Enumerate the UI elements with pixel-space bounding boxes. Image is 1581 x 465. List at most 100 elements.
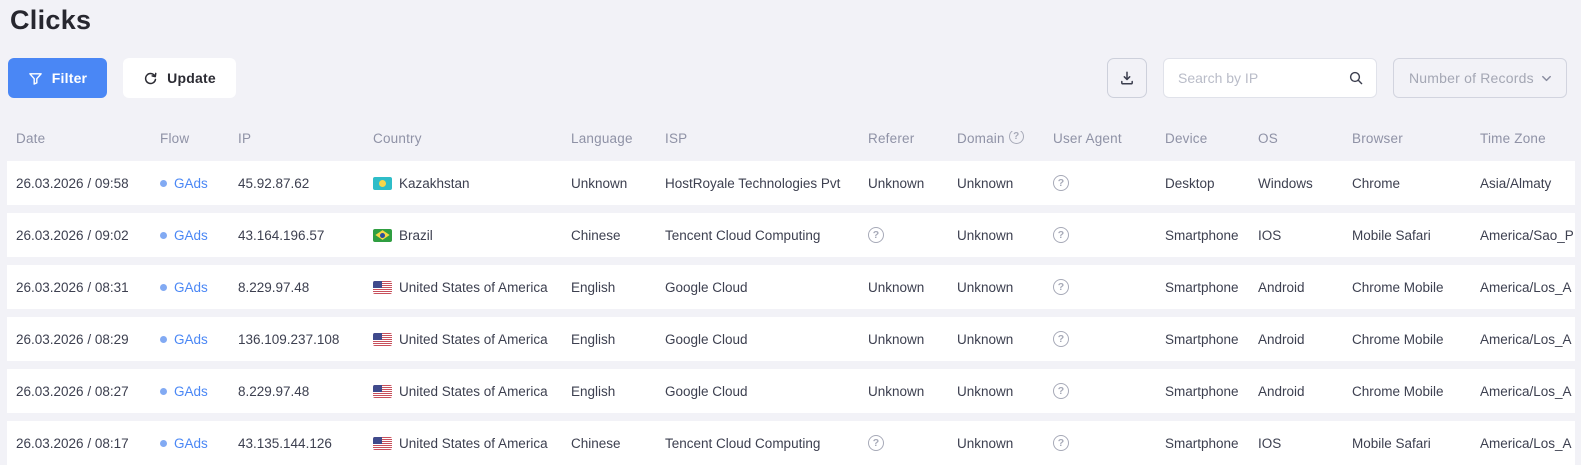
table-header-row: Date Flow IP Country Language ISP Refere…	[7, 115, 1581, 161]
time-zone-cell: Asia/Almaty	[1480, 175, 1552, 191]
isp-cell: Google Cloud	[665, 279, 748, 295]
flow-dot-icon	[160, 231, 167, 239]
domain-cell: Unknown	[957, 279, 1014, 295]
search-input[interactable]	[1178, 70, 1348, 86]
download-icon	[1119, 70, 1135, 86]
table-body: 26.03.2026 / 09:58 GAds 45.92.87.62 Kaza…	[7, 161, 1575, 465]
browser-cell: Chrome	[1352, 175, 1401, 191]
ip-cell: 136.109.237.108	[238, 331, 340, 347]
browser-cell: Mobile Safari	[1352, 435, 1431, 451]
number-of-records-select[interactable]: Number of Records	[1393, 58, 1567, 98]
device-cell: Smartphone	[1165, 331, 1239, 347]
flow-cell: GAds	[160, 176, 238, 191]
flow-dot-icon	[160, 283, 167, 291]
country-name: Brazil	[399, 227, 433, 243]
user-agent-cell: ?	[1053, 435, 1165, 451]
ip-cell: 8.229.97.48	[238, 383, 310, 399]
search-icon[interactable]	[1348, 70, 1364, 86]
isp-cell: Google Cloud	[665, 331, 748, 347]
table-row: 26.03.2026 / 09:58 GAds 45.92.87.62 Kaza…	[7, 161, 1575, 205]
domain-help-icon[interactable]: ?	[1008, 130, 1024, 144]
referer-question-icon[interactable]: ?	[868, 227, 884, 243]
language-cell: Unknown	[571, 175, 628, 191]
user-agent-cell: ?	[1053, 279, 1165, 295]
date-cell: 26.03.2026 / 08:27	[16, 383, 129, 399]
ip-cell: 45.92.87.62	[238, 175, 310, 191]
column-header-os: OS	[1258, 130, 1278, 146]
user-agent-cell: ?	[1053, 331, 1165, 347]
device-cell: Smartphone	[1165, 279, 1239, 295]
os-cell: Android	[1258, 383, 1305, 399]
country-name: United States of America	[399, 435, 548, 451]
filter-button-label: Filter	[51, 70, 88, 86]
user-agent-question-icon[interactable]: ?	[1053, 383, 1069, 399]
table-row: 26.03.2026 / 08:29 GAds 136.109.237.108 …	[7, 317, 1575, 361]
referer-cell: ?	[868, 435, 957, 451]
download-button[interactable]	[1107, 58, 1147, 98]
date-cell: 26.03.2026 / 09:58	[16, 175, 129, 191]
user-agent-question-icon[interactable]: ?	[1053, 435, 1069, 451]
user-agent-cell: ?	[1053, 227, 1165, 243]
flow-dot-icon	[160, 179, 167, 187]
referer-cell: Unknown	[868, 279, 925, 295]
flow-cell: GAds	[160, 384, 238, 399]
filter-funnel-icon	[28, 71, 43, 86]
flow-link[interactable]: GAds	[174, 332, 208, 347]
flow-link[interactable]: GAds	[174, 176, 208, 191]
browser-cell: Chrome Mobile	[1352, 331, 1444, 347]
user-agent-question-icon[interactable]: ?	[1053, 175, 1069, 191]
user-agent-cell: ?	[1053, 383, 1165, 399]
country-flag-icon	[373, 176, 392, 190]
column-header-flow: Flow	[160, 130, 190, 146]
ip-cell: 43.164.196.57	[238, 227, 325, 243]
date-cell: 26.03.2026 / 08:17	[16, 435, 129, 451]
country-cell: United States of America	[373, 280, 571, 295]
country-cell: United States of America	[373, 384, 571, 399]
device-cell: Smartphone	[1165, 227, 1239, 243]
filter-button[interactable]: Filter	[8, 58, 107, 98]
domain-cell: Unknown	[957, 227, 1014, 243]
country-name: United States of America	[399, 279, 548, 295]
column-header-time-zone: Time Zone	[1480, 130, 1546, 146]
toolbar-left-group: Filter Update	[8, 58, 236, 98]
country-cell: Kazakhstan	[373, 176, 571, 191]
isp-cell: Tencent Cloud Computing	[665, 435, 821, 451]
user-agent-cell: ?	[1053, 175, 1165, 191]
referer-question-icon[interactable]: ?	[868, 435, 884, 451]
user-agent-question-icon[interactable]: ?	[1053, 227, 1069, 243]
domain-cell: Unknown	[957, 435, 1014, 451]
flow-link[interactable]: GAds	[174, 436, 208, 451]
user-agent-question-icon[interactable]: ?	[1053, 331, 1069, 347]
country-cell: United States of America	[373, 436, 571, 451]
country-flag-icon	[373, 332, 392, 346]
flow-dot-icon	[160, 387, 167, 395]
flow-link[interactable]: GAds	[174, 280, 208, 295]
country-name: United States of America	[399, 331, 548, 347]
refresh-icon	[143, 71, 158, 86]
referer-cell: Unknown	[868, 175, 925, 191]
column-header-country: Country	[373, 130, 422, 146]
flow-cell: GAds	[160, 332, 238, 347]
flow-cell: GAds	[160, 280, 238, 295]
flow-cell: GAds	[160, 228, 238, 243]
column-header-domain: Domain ?	[957, 130, 1053, 146]
flow-link[interactable]: GAds	[174, 384, 208, 399]
language-cell: English	[571, 331, 616, 347]
update-button[interactable]: Update	[123, 58, 236, 98]
chevron-down-icon	[1540, 72, 1553, 85]
language-cell: Chinese	[571, 435, 621, 451]
flow-link[interactable]: GAds	[174, 228, 208, 243]
user-agent-question-icon[interactable]: ?	[1053, 279, 1069, 295]
country-flag-icon	[373, 280, 392, 294]
update-button-label: Update	[167, 70, 216, 86]
table-row: 26.03.2026 / 09:02 GAds 43.164.196.57 Br…	[7, 213, 1575, 257]
column-header-ip: IP	[238, 130, 252, 146]
language-cell: English	[571, 383, 616, 399]
os-cell: Windows	[1258, 175, 1313, 191]
flow-cell: GAds	[160, 436, 238, 451]
column-header-domain-label: Domain	[957, 130, 1005, 146]
table-row: 26.03.2026 / 08:27 GAds 8.229.97.48 Unit…	[7, 369, 1575, 413]
os-cell: IOS	[1258, 227, 1282, 243]
domain-cell: Unknown	[957, 175, 1014, 191]
column-header-referer: Referer	[868, 130, 915, 146]
